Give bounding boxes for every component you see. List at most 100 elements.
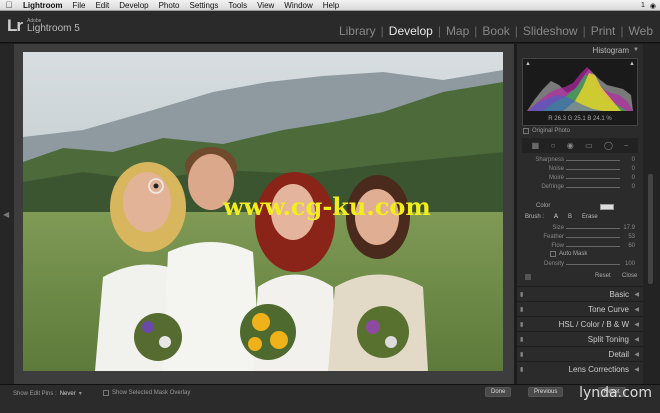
noise-value[interactable]: 0 xyxy=(632,166,635,172)
brush-close-button[interactable]: Close xyxy=(622,273,637,279)
toolbar-bottom: Show Edit Pins : Never ▾ Show Selected M… xyxy=(0,384,660,413)
feather-slider[interactable]: Feather 53 xyxy=(522,233,638,242)
brush-a-button[interactable]: A xyxy=(554,214,558,224)
adjustment-brush-icon[interactable]: ⎯ xyxy=(624,141,628,151)
brush-erase-button[interactable]: Erase xyxy=(582,214,598,224)
dropdown-arrow-icon[interactable]: ▾ xyxy=(79,390,82,397)
menu-tools[interactable]: Tools xyxy=(223,1,252,10)
expand-triangle-icon[interactable]: ◀ xyxy=(634,336,639,343)
expand-triangle-icon[interactable]: ◀ xyxy=(634,321,639,328)
section-lens-corrections[interactable]: ▮ Lens Corrections ◀ xyxy=(517,361,643,376)
defringe-slider[interactable]: Defringe 0 xyxy=(522,183,638,192)
panel-toggle-switch[interactable] xyxy=(525,274,531,280)
menu-edit[interactable]: Edit xyxy=(90,1,114,10)
mask-overlay-checkbox[interactable] xyxy=(103,390,109,396)
panel-switch-icon[interactable]: ▮ xyxy=(520,366,523,373)
apple-menu-icon[interactable]:  xyxy=(0,0,18,10)
menu-window[interactable]: Window xyxy=(279,1,317,10)
section-split-toning-label: Split Toning xyxy=(587,334,629,344)
red-eye-icon[interactable]: ◉ xyxy=(567,141,574,150)
section-hsl-label: HSL / Color / B & W xyxy=(558,319,629,329)
radial-filter-icon[interactable]: ◯ xyxy=(604,141,613,150)
brush-footer: Reset Close xyxy=(522,273,638,283)
scrollbar-thumb[interactable] xyxy=(648,174,653,284)
menu-photo[interactable]: Photo xyxy=(154,1,185,10)
sharpness-slider[interactable]: Sharpness 0 xyxy=(522,156,638,165)
expand-left-panel-icon[interactable]: ◀ xyxy=(3,210,9,219)
section-tone-curve[interactable]: ▮ Tone Curve ◀ xyxy=(517,301,643,316)
section-basic[interactable]: ▮ Basic ◀ xyxy=(517,286,643,301)
section-tone-curve-label: Tone Curve xyxy=(588,304,629,314)
noise-slider[interactable]: Noise 0 xyxy=(522,165,638,174)
brush-b-button[interactable]: B xyxy=(568,214,572,224)
collapse-triangle-icon[interactable]: ▼ xyxy=(633,47,639,53)
sharpness-track[interactable] xyxy=(566,160,620,161)
menu-help[interactable]: Help xyxy=(318,1,344,10)
moire-slider[interactable]: Moiré 0 xyxy=(522,174,638,183)
moire-track[interactable] xyxy=(566,178,620,179)
histogram-header[interactable]: Histogram ▼ xyxy=(517,44,643,57)
panel-switch-icon[interactable]: ▮ xyxy=(520,336,523,343)
flow-value[interactable]: 60 xyxy=(628,243,635,249)
done-button[interactable]: Done xyxy=(485,387,512,397)
show-edit-pins-select[interactable]: Never xyxy=(60,391,76,397)
status-count[interactable]: 1 xyxy=(641,2,645,9)
right-panel-scrollbar[interactable] xyxy=(643,44,660,384)
defringe-value[interactable]: 0 xyxy=(632,184,635,190)
section-split-toning[interactable]: ▮ Split Toning ◀ xyxy=(517,331,643,346)
module-print[interactable]: Print xyxy=(589,24,618,38)
panel-switch-icon[interactable]: ▮ xyxy=(520,351,523,358)
module-book[interactable]: Book xyxy=(480,24,511,38)
menu-develop[interactable]: Develop xyxy=(114,1,153,10)
moire-value[interactable]: 0 xyxy=(632,175,635,181)
density-slider[interactable]: Density 100 xyxy=(522,260,638,269)
photo-preview[interactable]: www.cg-ku.com xyxy=(23,52,503,371)
color-swatch[interactable] xyxy=(600,204,614,210)
feather-track[interactable] xyxy=(566,237,620,238)
noise-track[interactable] xyxy=(566,169,620,170)
original-photo-toggle[interactable]: Original Photo xyxy=(523,128,570,134)
panel-switch-icon[interactable]: ▮ xyxy=(520,306,523,313)
sharpness-value[interactable]: 0 xyxy=(632,157,635,163)
crop-tool-icon[interactable]: ▦ xyxy=(532,141,540,150)
module-web[interactable]: Web xyxy=(627,24,655,38)
flow-slider[interactable]: Flow 60 xyxy=(522,242,638,251)
density-value[interactable]: 100 xyxy=(625,261,635,267)
graduated-filter-icon[interactable]: ▭ xyxy=(585,141,593,150)
histogram-graph[interactable]: ▲ ▲ R 26.3 G 25.1 B 24.1 % xyxy=(522,58,638,126)
module-library[interactable]: Library xyxy=(337,24,378,38)
brush-reset-button[interactable]: Reset xyxy=(595,273,611,279)
expand-triangle-icon[interactable]: ◀ xyxy=(634,306,639,313)
flow-track[interactable] xyxy=(566,246,620,247)
original-photo-checkbox[interactable] xyxy=(523,128,529,134)
spot-removal-icon[interactable]: ○ xyxy=(551,141,556,150)
left-panel-collapsed[interactable]: ◀ xyxy=(0,44,14,384)
mask-overlay-toggle[interactable]: Show Selected Mask Overlay xyxy=(103,390,190,396)
image-canvas[interactable]: www.cg-ku.com xyxy=(14,44,514,384)
size-track[interactable] xyxy=(566,228,620,229)
expand-triangle-icon[interactable]: ◀ xyxy=(634,351,639,358)
menu-file[interactable]: File xyxy=(68,1,91,10)
panel-switch-icon[interactable]: ▮ xyxy=(520,291,523,298)
module-map[interactable]: Map xyxy=(444,24,471,38)
auto-mask-checkbox[interactable] xyxy=(550,251,556,257)
size-value[interactable]: 17.9 xyxy=(623,225,635,231)
menu-app-name[interactable]: Lightroom xyxy=(18,1,68,10)
section-detail[interactable]: ▮ Detail ◀ xyxy=(517,346,643,361)
section-hsl[interactable]: ▮ HSL / Color / B & W ◀ xyxy=(517,316,643,331)
module-slideshow[interactable]: Slideshow xyxy=(521,24,580,38)
menu-view[interactable]: View xyxy=(252,1,279,10)
panel-switch-icon[interactable]: ▮ xyxy=(520,321,523,328)
defringe-track[interactable] xyxy=(566,187,620,188)
expand-triangle-icon[interactable]: ◀ xyxy=(634,366,639,373)
feather-value[interactable]: 53 xyxy=(628,234,635,240)
density-track[interactable] xyxy=(566,264,620,265)
show-edit-pins[interactable]: Show Edit Pins : Never ▾ xyxy=(13,390,82,398)
wifi-icon[interactable]: ◉ xyxy=(650,2,656,10)
module-develop[interactable]: Develop xyxy=(387,24,435,38)
auto-mask-toggle[interactable]: Auto Mask xyxy=(522,251,587,257)
expand-triangle-icon[interactable]: ◀ xyxy=(634,291,639,298)
menu-settings[interactable]: Settings xyxy=(185,1,224,10)
size-slider[interactable]: Size 17.9 xyxy=(522,224,638,233)
previous-button[interactable]: Previous xyxy=(528,387,564,397)
